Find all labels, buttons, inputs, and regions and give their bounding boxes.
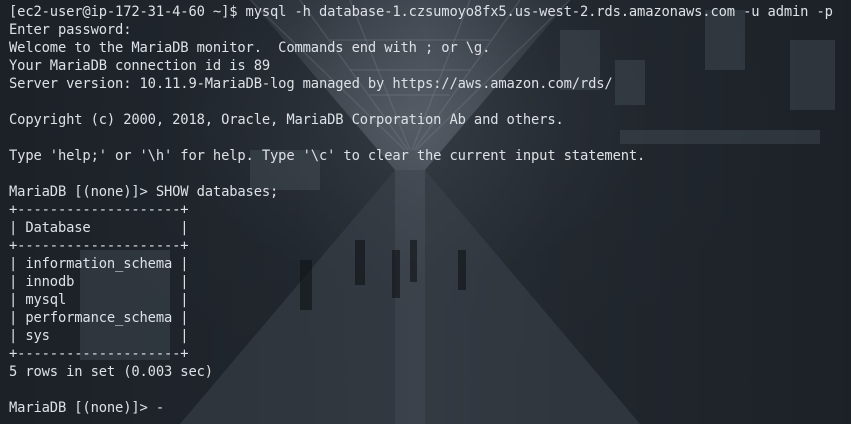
terminal-line: | innodb | xyxy=(9,274,189,290)
terminal-line: Welcome to the MariaDB monitor. Commands… xyxy=(9,40,491,56)
terminal-line: | mysql | xyxy=(9,292,189,308)
terminal-line: +--------------------+ xyxy=(9,346,189,362)
terminal-line: 5 rows in set (0.003 sec) xyxy=(9,364,213,380)
terminal-line: Enter password: xyxy=(9,22,132,38)
terminal-line: Your MariaDB connection id is 89 xyxy=(9,58,271,74)
terminal-line: +--------------------+ xyxy=(9,202,189,218)
terminal-line: MariaDB [(none)]> SHOW databases; xyxy=(9,184,279,200)
terminal-line: [ec2-user@ip-172-31-4-60 ~]$ mysql -h da… xyxy=(9,4,833,20)
terminal-line: +--------------------+ xyxy=(9,238,189,254)
terminal-line: | sys | xyxy=(9,328,189,344)
terminal-output[interactable]: [ec2-user@ip-172-31-4-60 ~]$ mysql -h da… xyxy=(9,3,847,424)
terminal-line: MariaDB [(none)]> - xyxy=(9,400,164,416)
terminal-line: | performance_schema | xyxy=(9,310,189,326)
terminal-line: | Database | xyxy=(9,220,189,236)
terminal-line: Type 'help;' or '\h' for help. Type '\c'… xyxy=(9,148,646,164)
terminal-line: Copyright (c) 2000, 2018, Oracle, MariaD… xyxy=(9,112,564,128)
terminal-line: Server version: 10.11.9-MariaDB-log mana… xyxy=(9,76,613,92)
terminal-line: | information_schema | xyxy=(9,256,189,272)
